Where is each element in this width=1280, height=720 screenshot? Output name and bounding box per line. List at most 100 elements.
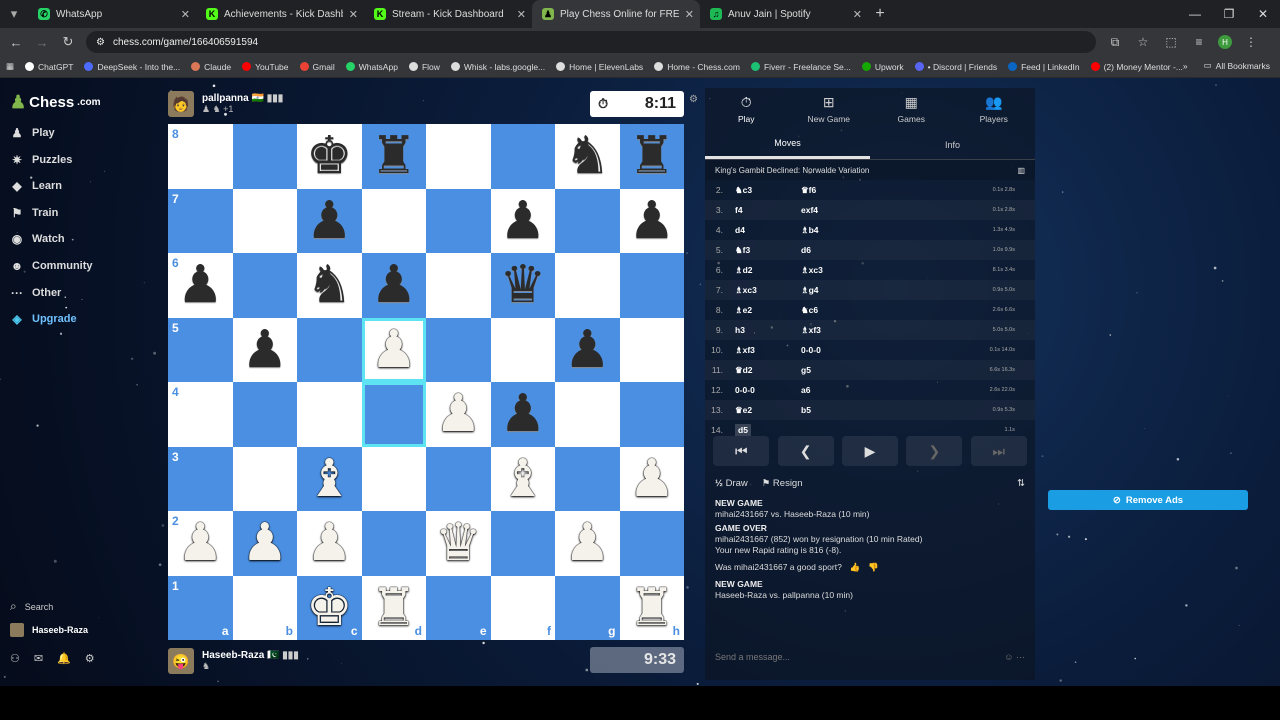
white-move[interactable]: ♗d2 bbox=[735, 265, 801, 276]
bookmark-item[interactable]: Gmail bbox=[299, 62, 335, 72]
panel-tab-new-game[interactable]: ⊞ New Game bbox=[788, 88, 871, 130]
square-g4[interactable] bbox=[555, 382, 620, 447]
square-b5[interactable]: ♟ bbox=[232, 317, 297, 382]
square-a5[interactable]: 5 bbox=[168, 317, 233, 382]
sidebar-item-play[interactable]: ♟ Play bbox=[10, 126, 55, 140]
square-d6[interactable]: ♟ bbox=[361, 253, 426, 318]
square-b6[interactable] bbox=[232, 253, 297, 318]
square-b1[interactable]: b bbox=[232, 575, 297, 640]
square-h8[interactable]: ♜ bbox=[619, 124, 684, 189]
square-f7[interactable]: ♟ bbox=[490, 188, 555, 253]
square-b3[interactable] bbox=[232, 446, 297, 511]
first-move-button[interactable]: ⏮ bbox=[713, 436, 770, 466]
white-pawn-icon[interactable]: ♟ bbox=[564, 517, 611, 569]
bottom-player-name[interactable]: Haseeb-Raza 🇵🇰 ▮▮▮ bbox=[202, 650, 299, 661]
maximize-icon[interactable]: ❐ bbox=[1212, 0, 1246, 28]
square-h3[interactable]: ♟ bbox=[619, 446, 684, 511]
reload-icon[interactable]: ↻ bbox=[60, 34, 76, 50]
messages-icon[interactable]: ✉ bbox=[34, 652, 43, 665]
white-pawn-icon[interactable]: ♟ bbox=[370, 324, 417, 376]
white-pawn-icon[interactable]: ♟ bbox=[177, 517, 224, 569]
bottom-player-avatar[interactable]: 😜 bbox=[168, 648, 194, 674]
square-h7[interactable]: ♟ bbox=[619, 188, 684, 253]
top-player-avatar[interactable]: 🧑 bbox=[168, 91, 194, 117]
back-icon[interactable]: ← bbox=[8, 35, 24, 50]
square-h5[interactable] bbox=[619, 317, 684, 382]
black-king-icon[interactable]: ♚ bbox=[306, 130, 353, 182]
black-rook-icon[interactable]: ♜ bbox=[370, 130, 417, 182]
square-d4[interactable] bbox=[361, 382, 426, 447]
black-pawn-icon[interactable]: ♟ bbox=[499, 388, 546, 440]
url-field[interactable]: ⚙ chess.com/game/166406591594 bbox=[86, 31, 1096, 53]
white-move[interactable]: ♗e2 bbox=[735, 305, 801, 316]
square-g2[interactable]: ♟ bbox=[555, 511, 620, 576]
book-icon[interactable]: ▥ bbox=[1017, 166, 1025, 175]
white-bishop-icon[interactable]: ♝ bbox=[499, 453, 546, 505]
move-list[interactable]: 2. ♞c3 ♛f6 0.1s 2.8s 3. f4 exf4 0.1s 2.8s 4. d4 ♗b… bbox=[705, 180, 1035, 436]
draw-button[interactable]: ½ Draw bbox=[715, 478, 748, 489]
square-f4[interactable]: ♟ bbox=[490, 382, 555, 447]
square-g5[interactable]: ♟ bbox=[555, 317, 620, 382]
last-move-button[interactable]: ⏭ bbox=[970, 436, 1027, 466]
menu-icon[interactable]: ⋮ bbox=[1242, 35, 1260, 49]
panel-tab-games[interactable]: ▦ Games bbox=[870, 88, 953, 130]
bookmark-item[interactable]: Home - Chess.com bbox=[654, 62, 740, 72]
tab-close-icon[interactable]: ✕ bbox=[349, 8, 358, 21]
square-a1[interactable]: 1a bbox=[168, 575, 233, 640]
bookmark-item[interactable]: • Discord | Friends bbox=[914, 62, 997, 72]
square-f6[interactable]: ♛ bbox=[490, 253, 555, 318]
square-e5[interactable] bbox=[426, 317, 491, 382]
overflow-chevron-icon[interactable]: » bbox=[1183, 61, 1188, 71]
tab-close-icon[interactable]: ✕ bbox=[685, 8, 694, 21]
black-move[interactable]: ♗b4 bbox=[801, 225, 981, 236]
square-f5[interactable] bbox=[490, 317, 555, 382]
black-move[interactable]: ♗g4 bbox=[801, 285, 981, 296]
white-move[interactable]: ♗xf3 bbox=[735, 345, 801, 356]
square-a2[interactable]: 2 ♟ bbox=[168, 511, 233, 576]
sidebar-search[interactable]: ⌕ Search bbox=[10, 599, 53, 614]
square-a8[interactable]: 8 bbox=[168, 124, 233, 189]
black-move[interactable]: ♛f6 bbox=[801, 185, 981, 196]
white-pawn-icon[interactable]: ♟ bbox=[628, 453, 675, 505]
browser-tab[interactable]: ✆ WhatsApp ✕ bbox=[28, 0, 196, 28]
bookmark-item[interactable]: ChatGPT bbox=[25, 62, 73, 72]
black-rook-icon[interactable]: ♜ bbox=[628, 130, 675, 182]
square-c5[interactable] bbox=[297, 317, 362, 382]
square-d3[interactable] bbox=[361, 446, 426, 511]
bookmark-item[interactable]: Upwork bbox=[861, 62, 904, 72]
browser-tab[interactable]: K Achievements - Kick Dashboard ✕ bbox=[196, 0, 364, 28]
square-c4[interactable] bbox=[297, 382, 362, 447]
tab-search-icon[interactable]: ▾ bbox=[0, 0, 28, 28]
square-g1[interactable]: g bbox=[555, 575, 620, 640]
sidebar-item-upgrade[interactable]: ◈ Upgrade bbox=[10, 312, 76, 326]
square-e8[interactable] bbox=[426, 124, 491, 189]
browser-tab[interactable]: K Stream - Kick Dashboard ✕ bbox=[364, 0, 532, 28]
square-f8[interactable] bbox=[490, 124, 555, 189]
square-e6[interactable] bbox=[426, 253, 491, 318]
black-move[interactable]: a6 bbox=[801, 385, 981, 395]
square-d7[interactable] bbox=[361, 188, 426, 253]
square-d8[interactable]: ♜ bbox=[361, 124, 426, 189]
black-move[interactable]: ♗xf3 bbox=[801, 325, 981, 336]
bookmark-item[interactable]: Claude bbox=[191, 62, 231, 72]
square-b4[interactable] bbox=[232, 382, 297, 447]
black-knight-icon[interactable]: ♞ bbox=[306, 259, 353, 311]
all-bookmarks[interactable]: » ▭ All Bookmarks bbox=[1183, 60, 1270, 71]
white-move[interactable]: ♛d2 bbox=[735, 365, 801, 376]
next-move-button[interactable]: ❯ bbox=[906, 436, 963, 466]
sidebar-item-community[interactable]: ☻ Community bbox=[10, 259, 93, 273]
square-c3[interactable]: ♝ bbox=[297, 446, 362, 511]
chat-options-icon[interactable]: ··· bbox=[1016, 652, 1025, 662]
white-move[interactable]: f4 bbox=[735, 205, 801, 215]
square-g6[interactable] bbox=[555, 253, 620, 318]
square-e4[interactable]: ♟ bbox=[426, 382, 491, 447]
square-g8[interactable]: ♞ bbox=[555, 124, 620, 189]
media-icon[interactable]: ≡ bbox=[1190, 35, 1208, 49]
square-d5[interactable]: ♟ bbox=[361, 317, 426, 382]
square-c6[interactable]: ♞ bbox=[297, 253, 362, 318]
white-move[interactable]: ♞c3 bbox=[735, 185, 801, 196]
panel-tab-players[interactable]: 👥 Players bbox=[953, 88, 1036, 130]
square-e3[interactable] bbox=[426, 446, 491, 511]
black-pawn-icon[interactable]: ♟ bbox=[564, 324, 611, 376]
white-king-icon[interactable]: ♚ bbox=[306, 582, 353, 634]
